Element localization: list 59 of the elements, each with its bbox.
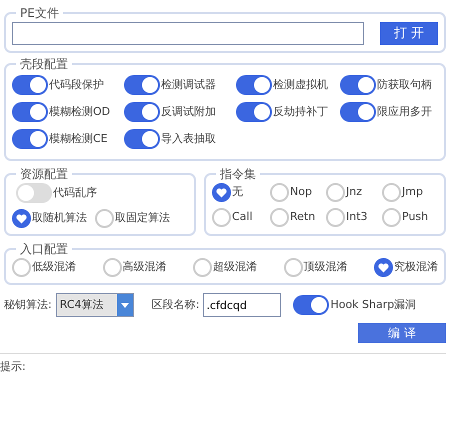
option-label: 究极混淆 [394, 259, 438, 276]
toggle-switch[interactable] [12, 75, 48, 95]
option-label: 检测调试器 [161, 76, 216, 93]
option-label: 防获取句柄 [377, 76, 432, 93]
option-label: 导入表抽取 [161, 130, 216, 147]
option-label: Retn [290, 209, 316, 226]
option-label: 超级混淆 [213, 259, 257, 276]
group-legend: 壳段配置 [16, 57, 72, 71]
radio-button[interactable] [374, 258, 393, 277]
option-label: 高级混淆 [122, 259, 166, 276]
option-label: Jmp [402, 184, 423, 200]
key-algorithm-label: 秘钥算法: [4, 296, 52, 313]
file-path-field[interactable] [12, 22, 364, 45]
toggle-switch[interactable] [16, 183, 52, 203]
option-label: 代码段保护 [49, 76, 104, 93]
section-name-label: 区段名称: [152, 296, 200, 313]
group-legend: 资源配置 [16, 167, 72, 181]
option-label: 检测虚拟机 [273, 76, 328, 93]
radio-button[interactable] [12, 209, 31, 228]
toggle-switch[interactable] [340, 102, 376, 122]
option-label: 取固定算法 [115, 210, 170, 226]
option-label: 代码乱序 [53, 184, 97, 201]
status-label: 提示: [0, 360, 26, 373]
option-label: 限应用多开 [377, 104, 432, 120]
toggle-switch[interactable] [124, 75, 160, 95]
group-legend: 指令集 [216, 167, 260, 181]
option-label: Push [402, 209, 428, 226]
option-label: 模糊检测OD [49, 104, 110, 120]
toggle-switch[interactable] [340, 75, 376, 95]
option-label: 反劫持补丁 [273, 104, 328, 120]
radio-button[interactable] [212, 183, 231, 202]
heart-icon [216, 188, 227, 198]
option-label: Int3 [346, 209, 368, 226]
option-label: 无 [232, 184, 243, 200]
build-button[interactable]: 编 译 [358, 323, 446, 343]
option-label: 模糊检测CE [49, 130, 108, 147]
group-legend: PE文件 [16, 6, 63, 20]
option-label: Hook Sharp漏洞 [330, 296, 416, 313]
section-name-field[interactable]: .cfdcqd [203, 293, 282, 317]
group-legend: 入口配置 [16, 242, 72, 256]
option-label: Call [232, 209, 253, 226]
option-label: Nop [290, 184, 312, 200]
toggle-switch[interactable] [12, 102, 48, 122]
option-label: 取随机算法 [32, 210, 87, 226]
toggle-switch[interactable] [124, 129, 160, 149]
option-label: 低级混淆 [32, 259, 76, 276]
algorithm-dropdown[interactable]: RC4算法 [56, 293, 134, 317]
option-label: 顶级混淆 [304, 259, 348, 276]
toggle-switch[interactable] [293, 295, 330, 315]
option-label: 反调试附加 [161, 104, 216, 120]
option-label: Jnz [346, 184, 362, 200]
toggle-switch[interactable] [236, 102, 272, 122]
dropdown-caret-icon [120, 302, 129, 308]
toggle-switch[interactable] [12, 129, 48, 149]
toggle-switch[interactable] [236, 75, 272, 95]
open-button[interactable]: 打 开 [380, 22, 438, 45]
heart-icon [378, 262, 389, 272]
heart-icon [16, 214, 27, 224]
toggle-switch[interactable] [124, 102, 160, 122]
